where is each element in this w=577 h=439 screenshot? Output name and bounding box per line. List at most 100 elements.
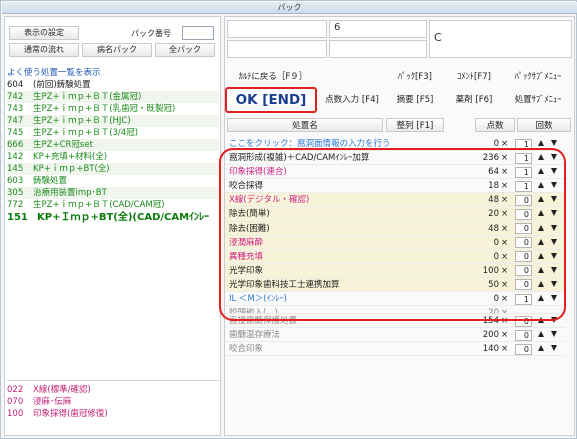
list-item[interactable]: 743 生PZ+ｉｍｐ+ＢＴ(乳歯冠・既製冠): [7, 103, 219, 115]
quantity-field[interactable]: 0: [515, 208, 532, 220]
sort-f1-button[interactable]: 整列 [F1]: [386, 118, 444, 132]
list-item[interactable]: 142 KP+充填+材料(全): [7, 151, 219, 163]
list-item[interactable]: 745 生PZ+ｉｍｐ+ＢＴ(3/4冠): [7, 127, 219, 139]
decrement-arrow-icon[interactable]: [551, 331, 557, 338]
quantity-field[interactable]: 0: [515, 265, 532, 277]
all-pack-button[interactable]: 全パック: [155, 43, 215, 57]
table-row[interactable]: 浸潤麻酔 0 × 0: [225, 235, 565, 250]
ok-end-button[interactable]: OK [END]: [225, 87, 317, 113]
increment-arrow-icon[interactable]: [538, 224, 544, 231]
quantity-field[interactable]: 0: [515, 223, 532, 235]
table-row[interactable]: 歯髄温存療法 200 × 0: [225, 328, 565, 343]
info-field-b: 6: [329, 20, 427, 38]
quantity-field[interactable]: 0: [515, 237, 532, 249]
pack-number-label: パック番号: [131, 29, 171, 38]
table-row[interactable]: 光学印象歯科技工士連携加算 50 × 0: [225, 277, 565, 293]
decrement-arrow-icon[interactable]: [551, 280, 557, 287]
quantity-field[interactable]: 1: [515, 180, 532, 192]
table-row[interactable]: IL ＜M＞(ｲﾝﾚｰ) 0 × 1: [225, 292, 565, 307]
pack-number-input[interactable]: [182, 26, 214, 40]
increment-arrow-icon[interactable]: [538, 238, 544, 245]
increment-arrow-icon[interactable]: [538, 196, 544, 203]
right-panel: 6 C ｶﾙﾃに戻る［F９］ ﾊﾟｯｸ[F3] ｺﾒﾝﾄ[F7] ﾊﾟｯｸｻﾌﾞ…: [224, 16, 575, 436]
table-row[interactable]: X線(デジタル・確認) 48 × 0: [225, 193, 565, 208]
pack-f3-button[interactable]: ﾊﾟｯｸ[F3]: [386, 66, 444, 88]
increment-arrow-icon[interactable]: [538, 331, 544, 338]
increment-arrow-icon[interactable]: [538, 140, 544, 146]
increment-arrow-icon[interactable]: [538, 154, 544, 161]
decrement-arrow-icon[interactable]: [551, 224, 557, 231]
decrement-arrow-icon[interactable]: [551, 238, 557, 245]
summary-f5-button[interactable]: 摘要 [F5]: [386, 89, 444, 111]
table-row[interactable]: 咬合採得 18 × 1: [225, 179, 565, 194]
decrement-arrow-icon[interactable]: [551, 210, 557, 217]
increment-arrow-icon[interactable]: [538, 168, 544, 175]
decrement-arrow-icon[interactable]: [551, 252, 557, 259]
list-item[interactable]: 305 治療用装置imp･BT: [7, 187, 219, 199]
table-row[interactable]: 除去(簡単) 20 × 0: [225, 207, 565, 222]
decrement-arrow-icon[interactable]: [551, 345, 557, 352]
list-item[interactable]: 604 (前回)鋳験処置: [7, 79, 219, 91]
disease-pack-button[interactable]: 病名パック: [82, 43, 152, 57]
increment-arrow-icon[interactable]: [538, 317, 544, 324]
table-row[interactable]: 光学印象 100 × 0: [225, 263, 565, 278]
increment-arrow-icon[interactable]: [538, 182, 544, 189]
list-item[interactable]: 022 X線(標準/確認): [7, 384, 219, 396]
display-settings-button[interactable]: 表示の設定: [9, 26, 79, 40]
table-row[interactable]: 咬合印象 140 × 0: [225, 342, 565, 357]
quantity-field[interactable]: 0: [515, 329, 532, 341]
table-row[interactable]: 印象採得(連合) 64 × 1: [225, 165, 565, 180]
link-row[interactable]: ここをクリック：窩洞面情報の入力を行う 0 × 1: [225, 137, 565, 152]
normal-flow-button[interactable]: 通常の流れ: [9, 43, 79, 57]
pack-submenu-button[interactable]: ﾊﾟｯｸｻﾌﾞﾒﾆｭｰ: [504, 66, 572, 88]
list-item[interactable]: 603 鋳験処置: [7, 175, 219, 187]
increment-arrow-icon[interactable]: [538, 295, 544, 302]
pack-list: 604 (前回)鋳験処置 742 生PZ+ｉｍｐ+ＢＴ(金属冠) 743 生PZ+ｉｍ…: [7, 79, 219, 225]
quantity-field[interactable]: 0: [515, 251, 532, 263]
list-item[interactable]: 100 印象採得(歯冠修復): [7, 408, 219, 420]
quantity-field[interactable]: 0: [515, 194, 532, 206]
quantity-field[interactable]: 0: [515, 315, 532, 327]
decrement-arrow-icon[interactable]: [551, 140, 557, 146]
increment-arrow-icon[interactable]: [538, 210, 544, 217]
treatment-submenu-button[interactable]: 処置ｻﾌﾞﾒﾆｭｰ: [504, 89, 572, 111]
decrement-arrow-icon[interactable]: [551, 317, 557, 324]
increment-arrow-icon[interactable]: [538, 280, 544, 287]
drug-f6-button[interactable]: 薬剤 [F6]: [445, 89, 503, 111]
decrement-arrow-icon[interactable]: [551, 182, 557, 189]
increment-arrow-icon[interactable]: [538, 345, 544, 352]
quantity-field[interactable]: 1: [515, 166, 532, 178]
decrement-arrow-icon[interactable]: [551, 266, 557, 273]
decrement-arrow-icon[interactable]: [551, 168, 557, 175]
table-row[interactable]: 咬頭嵌入(...) 20 ×: [225, 306, 565, 315]
decrement-arrow-icon[interactable]: [551, 154, 557, 161]
list-item[interactable]: 666 生PZ+CR冠set: [7, 139, 219, 151]
list-item-selected[interactable]: 151 KP+Ｉｍｐ+BT(全)(CAD/CAMｲﾝﾚｰ: [7, 211, 219, 225]
decrement-arrow-icon[interactable]: [551, 196, 557, 203]
info-field-d: C: [429, 20, 572, 58]
list-item[interactable]: 772 生PZ+ｉｍｐ+ＢＴ(CAD/CAM冠): [7, 199, 219, 211]
table-row[interactable]: 直接歯髄保護処置 154 × 0: [225, 314, 565, 329]
list-item[interactable]: 747 生PZ+ｉｍｐ+ＢＴ(HJC): [7, 115, 219, 127]
comment-f7-button[interactable]: ｺﾒﾝﾄ[F7]: [445, 66, 503, 88]
quantity-field[interactable]: 1: [515, 152, 532, 164]
increment-arrow-icon[interactable]: [538, 252, 544, 259]
points-input-f4-button[interactable]: 点数入力 [F4]: [319, 89, 385, 111]
table-row[interactable]: 異種充填 0 × 0: [225, 249, 565, 264]
quantity-field[interactable]: 1: [515, 293, 532, 305]
back-to-chart-button[interactable]: ｶﾙﾃに戻る［F９］: [227, 66, 319, 88]
info-field-a: [227, 20, 327, 38]
table-row[interactable]: 窩洞形成(複雑)＋CAD/CAMｲﾝﾚｰ加算 236 × 1: [225, 151, 565, 166]
quantity-field[interactable]: 0: [515, 343, 532, 355]
decrement-arrow-icon[interactable]: [551, 295, 557, 302]
table-row[interactable]: 除去(困難) 48 × 0: [225, 221, 565, 236]
list-item[interactable]: 742 生PZ+ｉｍｐ+ＢＴ(金属冠): [7, 91, 219, 103]
pack-window: パック 表示の設定 パック番号 通常の流れ 病名パック 全パック よく使う処置一…: [0, 0, 577, 439]
list-item[interactable]: 070 浸麻･伝麻: [7, 396, 219, 408]
increment-arrow-icon[interactable]: [538, 266, 544, 273]
face-info-link[interactable]: ここをクリック：窩洞面情報の入力を行う: [229, 137, 391, 151]
list-item[interactable]: 145 KP+ｉｍｐ+BT(全): [7, 163, 219, 175]
quantity-field[interactable]: 0: [515, 279, 532, 291]
frequent-list-toggle[interactable]: よく使う処置一覧を表示: [7, 66, 101, 78]
quantity-field[interactable]: 1: [515, 138, 532, 150]
